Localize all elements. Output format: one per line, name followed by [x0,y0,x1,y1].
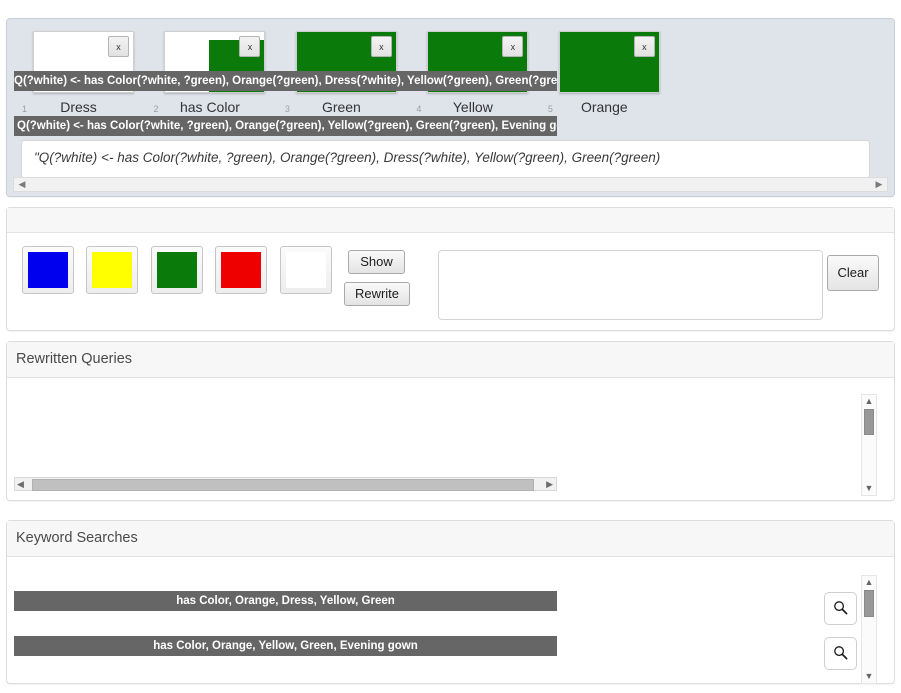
result-textarea[interactable] [438,250,823,320]
thumbnail-caption: has Color [179,99,240,115]
thumbnail-index: 4 [416,104,422,114]
thumbnail-index: 1 [22,104,28,114]
search-button[interactable] [824,637,857,670]
scroll-right-icon[interactable]: ▶ [546,478,553,490]
show-button[interactable]: Show [348,250,405,274]
thumbnail-caption: Yellow [452,99,493,115]
controls-panel-header [7,208,894,233]
blue-swatch[interactable] [22,246,74,294]
scroll-right-icon[interactable]: ▶ [872,178,886,191]
scroll-left-icon[interactable]: ◀ [15,178,29,191]
scroll-thumb[interactable] [864,590,874,617]
keyword-search-row[interactable]: has Color, Orange, Yellow, Green, Evenin… [14,636,557,656]
thumbnail-caption: Orange [580,99,628,115]
clear-button[interactable]: Clear [827,255,879,291]
thumbnail-close-button[interactable]: x [502,36,524,57]
image-strip-panel: 1 x Dress 2 x has Color 3 x Green 4 x Ye… [6,18,895,197]
thumbnail-caption: Green [321,99,361,115]
white-swatch[interactable] [279,246,332,294]
search-button[interactable] [824,592,857,625]
color-palette [22,246,340,294]
keyword-search-row[interactable]: has Color, Orange, Dress, Yellow, Green [14,591,557,611]
thumbnail-index: 3 [284,104,290,114]
yellow-swatch[interactable] [86,246,139,294]
thumbnail-close-button[interactable]: x [633,36,655,57]
thumbnail-item[interactable]: 5 x Orange [547,31,662,115]
thumbnail-index: 5 [547,104,553,114]
scroll-down-icon[interactable]: ▼ [862,482,876,495]
scroll-thumb[interactable] [32,479,534,491]
thumbnail-close-button[interactable]: x [108,36,129,57]
thumbnail-caption: Dress [60,99,97,115]
query-expression-text: "Q(?white) <- has Color(?white, ?green),… [21,140,870,178]
rewritten-queries-vertical-scrollbar[interactable]: ▲ ▼ [861,394,877,496]
red-swatch[interactable] [215,246,268,294]
scroll-up-icon[interactable]: ▲ [862,576,876,589]
green-swatch[interactable] [150,246,203,294]
rewritten-query-row[interactable]: Q(?white) <- has Color(?white, ?green), … [14,116,557,136]
thumbnail-close-button[interactable]: x [370,36,392,57]
magnifier-icon [834,601,848,615]
rewritten-queries-horizontal-scrollbar[interactable]: ◀ ▶ [14,477,557,491]
keyword-searches-title: Keyword Searches [7,521,894,557]
scroll-down-icon[interactable]: ▼ [862,670,876,683]
scroll-left-icon[interactable]: ◀ [17,478,24,490]
rewritten-queries-title: Rewritten Queries [7,342,894,378]
magnifier-icon [834,646,848,660]
keyword-searches-vertical-scrollbar[interactable]: ▲ ▼ [861,575,877,684]
rewrite-button[interactable]: Rewrite [344,282,410,306]
thumbnail-image-orange[interactable]: x [558,31,660,93]
image-strip-horizontal-scrollbar[interactable]: ◀ ▶ [13,177,888,192]
rewritten-query-row[interactable]: Q(?white) <- has Color(?white, ?green), … [14,71,557,91]
scroll-thumb[interactable] [864,409,874,435]
thumbnail-index: 2 [153,104,159,114]
scroll-up-icon[interactable]: ▲ [862,395,876,408]
thumbnail-strip: 1 x Dress 2 x has Color 3 x Green 4 x Ye… [7,19,894,119]
thumbnail-close-button[interactable]: x [239,36,261,57]
